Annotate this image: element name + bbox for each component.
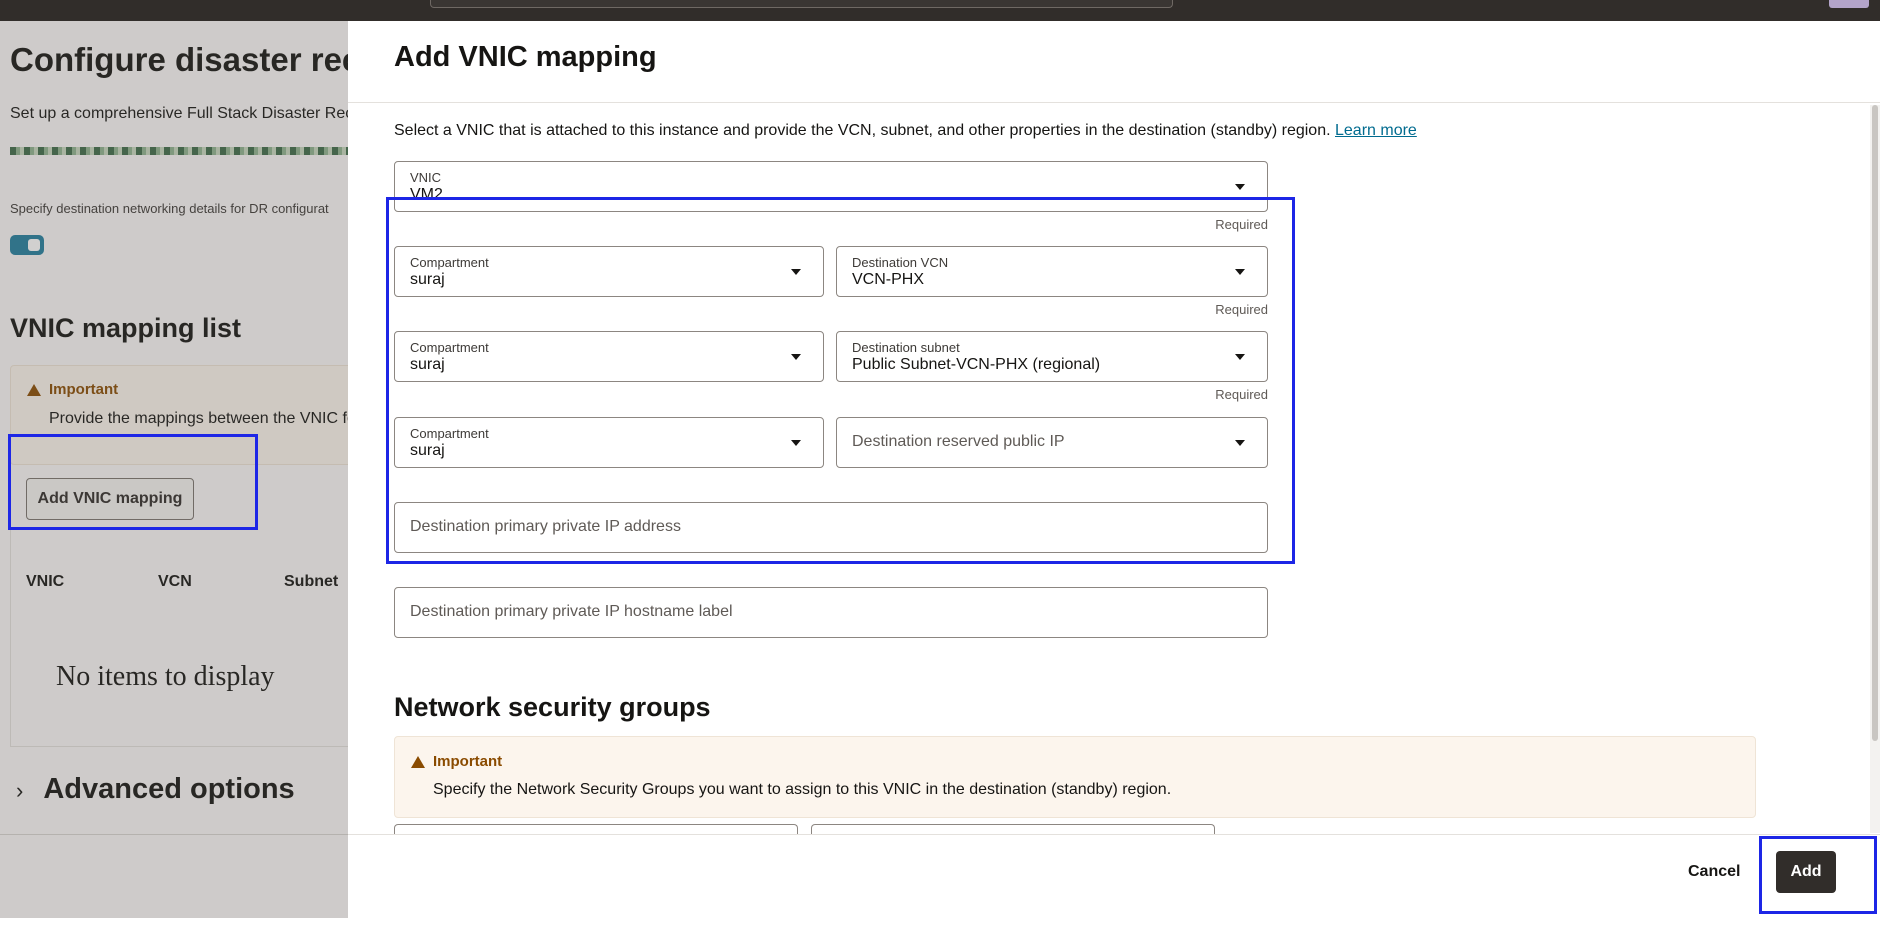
drawer-footer: Cancel Add xyxy=(348,834,1880,918)
avatar[interactable] xyxy=(1829,0,1869,8)
scrollbar[interactable] xyxy=(1870,105,1880,833)
top-bar xyxy=(0,0,1880,21)
caret-down-icon xyxy=(1235,184,1245,190)
notice-title: Important xyxy=(433,753,503,770)
destination-hostname-input[interactable]: Destination primary private IP hostname … xyxy=(394,587,1268,638)
drawer-body: Select a VNIC that is attached to this i… xyxy=(348,104,1880,834)
nsg-compartment-select[interactable] xyxy=(394,824,798,834)
highlight-box xyxy=(8,434,258,530)
nsg-important-notice: Important Specify the Network Security G… xyxy=(394,736,1756,818)
cancel-button[interactable]: Cancel xyxy=(1688,863,1740,881)
highlight-box xyxy=(1759,836,1877,914)
nsg-heading: Network security groups xyxy=(394,692,711,722)
notice-text: Specify the Network Security Groups you … xyxy=(433,781,1172,798)
intro-description: Select a VNIC that is attached to this i… xyxy=(394,122,1331,139)
drawer-title: Add VNIC mapping xyxy=(394,41,657,73)
highlight-box xyxy=(386,197,1295,564)
intro-text: Select a VNIC that is attached to this i… xyxy=(394,122,1417,140)
scrollbar-thumb[interactable] xyxy=(1872,105,1878,741)
drawer-header: Add VNIC mapping xyxy=(348,21,1880,103)
search-input[interactable] xyxy=(430,0,1173,8)
nsg-select[interactable] xyxy=(811,824,1215,834)
field-label: VNIC xyxy=(410,170,442,185)
add-vnic-mapping-drawer: Add VNIC mapping Select a VNIC that is a… xyxy=(348,21,1880,918)
warning-icon xyxy=(411,756,425,768)
field-placeholder: Destination primary private IP hostname … xyxy=(410,603,733,620)
learn-more-link[interactable]: Learn more xyxy=(1335,122,1417,139)
